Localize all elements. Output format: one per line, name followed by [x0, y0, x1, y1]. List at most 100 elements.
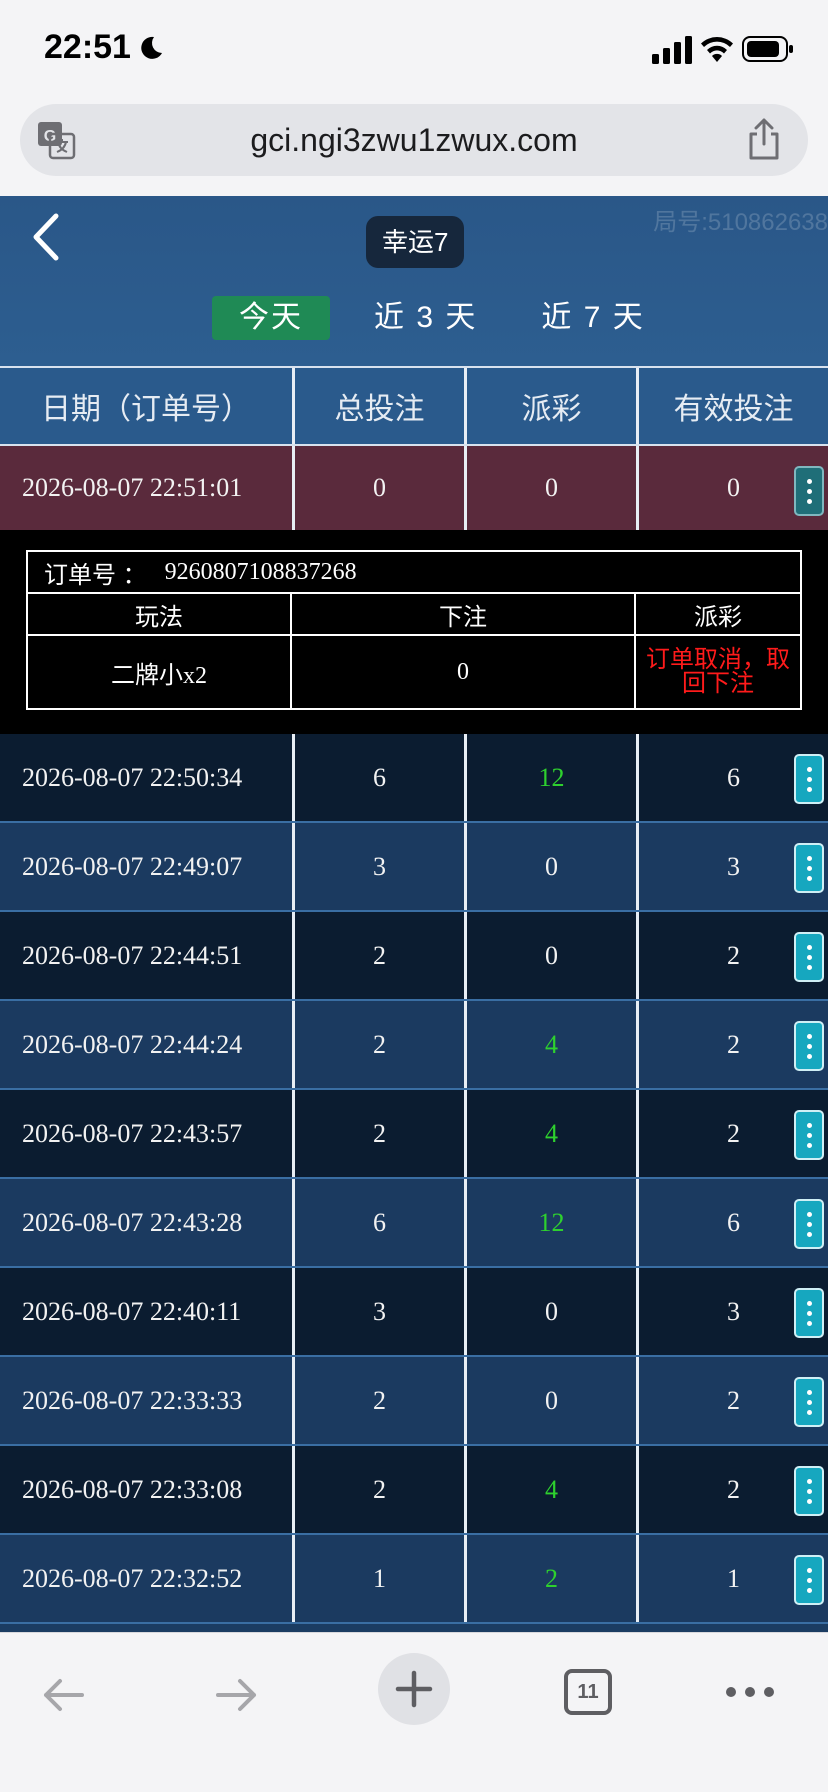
row-payout: 0: [467, 912, 639, 999]
row-menu-button[interactable]: [794, 1555, 824, 1605]
row-menu-button[interactable]: [794, 1110, 824, 1160]
row-payout: 4: [467, 1001, 639, 1088]
plus-icon: [395, 1670, 433, 1708]
row-date: 2026-08-07 22:40:11: [0, 1268, 295, 1355]
forward-icon[interactable]: [214, 1675, 260, 1715]
row-payout: 0: [467, 1268, 639, 1355]
table-row[interactable]: 2026-08-07 22:33:33 2 0 2: [0, 1357, 828, 1446]
cancel-status-text: 订单取消，取回下注: [646, 646, 790, 697]
row-date: 2026-08-07 22:49:07: [0, 823, 295, 910]
status-time: 22:51: [44, 28, 131, 66]
row-menu-button[interactable]: [794, 843, 824, 893]
row-menu-button[interactable]: [794, 754, 824, 804]
share-icon[interactable]: [746, 118, 782, 160]
row-total-bet: 3: [295, 823, 467, 910]
tab-last-7-days[interactable]: 近 7 天: [521, 296, 664, 340]
tabs-button[interactable]: 11: [564, 1669, 612, 1715]
table-row[interactable]: 2026-08-07 22:50:34 6 12 6: [0, 734, 828, 823]
row-date: 2026-08-07 22:33:08: [0, 1446, 295, 1533]
detail-header: 玩法 下注 派彩: [28, 594, 800, 636]
date-range-tabs: 今天 近 3 天 近 7 天: [212, 296, 665, 340]
detail-column-payout: 派彩: [694, 603, 742, 631]
browser-toolbar: 11: [0, 1632, 828, 1792]
row-total-bet: 2: [295, 1357, 467, 1444]
row-menu-button[interactable]: [794, 1021, 824, 1071]
tab-today[interactable]: 今天: [212, 296, 330, 340]
wifi-icon: [701, 37, 733, 62]
detail-payout-status: 订单取消，取回下注: [636, 636, 800, 708]
row-menu-button[interactable]: [794, 466, 824, 516]
row-payout: 4: [467, 1090, 639, 1177]
back-icon[interactable]: [40, 1675, 86, 1715]
row-payout: 4: [467, 1446, 639, 1533]
game-title: 幸运7: [366, 216, 465, 268]
row-date: 2026-08-07 22:44:24: [0, 1001, 295, 1088]
new-tab-button[interactable]: [378, 1653, 450, 1725]
battery-icon: [742, 36, 793, 62]
detail-column-bet: 下注: [292, 594, 636, 634]
column-date: 日期（订单号）: [0, 368, 295, 444]
table-row[interactable]: 2026-08-07 22:44:51 2 0 2: [0, 912, 828, 1001]
url-text: gci.ngi3zwu1zwux.com: [250, 122, 578, 158]
row-menu-button[interactable]: [794, 1377, 824, 1427]
table-row[interactable]: 2026-08-07 22:44:24 2 4 2: [0, 1001, 828, 1090]
row-total-bet: 6: [295, 734, 467, 821]
detail-play: 二牌小x2: [28, 636, 292, 708]
table-header: 日期（订单号） 总投注 派彩 有效投注: [0, 366, 828, 446]
row-menu-button[interactable]: [794, 1466, 824, 1516]
round-number-ghost: 局号:510862638: [653, 209, 828, 236]
row-total-bet: 1: [295, 1535, 467, 1622]
more-options-icon[interactable]: [726, 1685, 774, 1699]
row-payout: 12: [467, 734, 639, 821]
moon-icon: [141, 36, 162, 59]
row-total-bet: 6: [295, 1179, 467, 1266]
row-total-bet: 2: [295, 1001, 467, 1088]
cellular-signal-icon: [652, 36, 692, 64]
table-body: 2026-08-07 22:50:34 6 12 6 2026-08-07 22:49:…: [0, 734, 828, 1624]
table-row[interactable]: 2026-08-07 22:43:28 6 12 6: [0, 1179, 828, 1268]
detail-bet: 0: [292, 636, 636, 708]
table-row[interactable]: 2026-08-07 22:43:57 2 4 2: [0, 1090, 828, 1179]
order-detail-table: 订单号 ： 9260807108837268 玩法 下注 派彩 二牌小x2 0 …: [26, 550, 802, 710]
tab-last-3-days[interactable]: 近 3 天: [354, 296, 497, 340]
row-payout: 0: [467, 823, 639, 910]
address-bar[interactable]: G gci.ngi3zwu1zwux.com: [20, 104, 808, 176]
detail-column-play: 玩法: [28, 594, 292, 634]
row-date: 2026-08-07 22:44:51: [0, 912, 295, 999]
row-payout: 2: [467, 1535, 639, 1622]
row-total-bet: 2: [295, 1090, 467, 1177]
row-total-bet: 2: [295, 912, 467, 999]
row-date: 2026-08-07 22:43:28: [0, 1179, 295, 1266]
column-valid-bet: 有效投注: [673, 393, 794, 426]
table-row[interactable]: 2026-08-07 22:33:08 2 4 2: [0, 1446, 828, 1535]
address-bar-area: G gci.ngi3zwu1zwux.com: [0, 98, 828, 196]
table-row[interactable]: 2026-08-07 22:51:01 0 0 0: [0, 446, 828, 530]
game-header: 局号:510862638 幸运7 今天 近 3 天 近 7 天: [0, 196, 828, 366]
row-total-bet: 0: [295, 446, 467, 530]
row-date: 2026-08-07 22:32:52: [0, 1535, 295, 1622]
row-payout: 12: [467, 1179, 639, 1266]
order-number-label: 订单号 ：: [44, 561, 147, 589]
row-total-bet: 2: [295, 1446, 467, 1533]
row-menu-button[interactable]: [794, 1288, 824, 1338]
table-row[interactable]: 2026-08-07 22:40:11 3 0 3: [0, 1268, 828, 1357]
row-payout: 0: [467, 1357, 639, 1444]
detail-row: 二牌小x2 0 订单取消，取回下注: [28, 636, 800, 708]
status-bar: 22:51: [0, 0, 828, 98]
order-number-value: 9260807108837268: [164, 558, 357, 585]
column-payout: 派彩: [467, 368, 639, 444]
bet-history-table: 日期（订单号） 总投注 派彩 有效投注 2026-08-07 22:51:01 …: [0, 366, 828, 1624]
game-panel: 局号:510862638 幸运7 今天 近 3 天 近 7 天 日期（订单号） …: [0, 196, 828, 1632]
row-date: 2026-08-07 22:43:57: [0, 1090, 295, 1177]
row-menu-button[interactable]: [794, 932, 824, 982]
table-row[interactable]: 2026-08-07 22:49:07 3 0 3: [0, 823, 828, 912]
table-row[interactable]: 2026-08-07 22:32:52 1 2 1: [0, 1535, 828, 1624]
back-arrow-icon[interactable]: [26, 210, 66, 264]
column-total-bet: 总投注: [295, 368, 467, 444]
row-date: 2026-08-07 22:50:34: [0, 734, 295, 821]
row-menu-button[interactable]: [794, 1199, 824, 1249]
row-date: 2026-08-07 22:33:33: [0, 1357, 295, 1444]
order-detail-panel: 订单号 ： 9260807108837268 玩法 下注 派彩 二牌小x2 0 …: [0, 530, 828, 734]
row-payout: 0: [467, 446, 639, 530]
row-date: 2026-08-07 22:51:01: [0, 446, 295, 530]
